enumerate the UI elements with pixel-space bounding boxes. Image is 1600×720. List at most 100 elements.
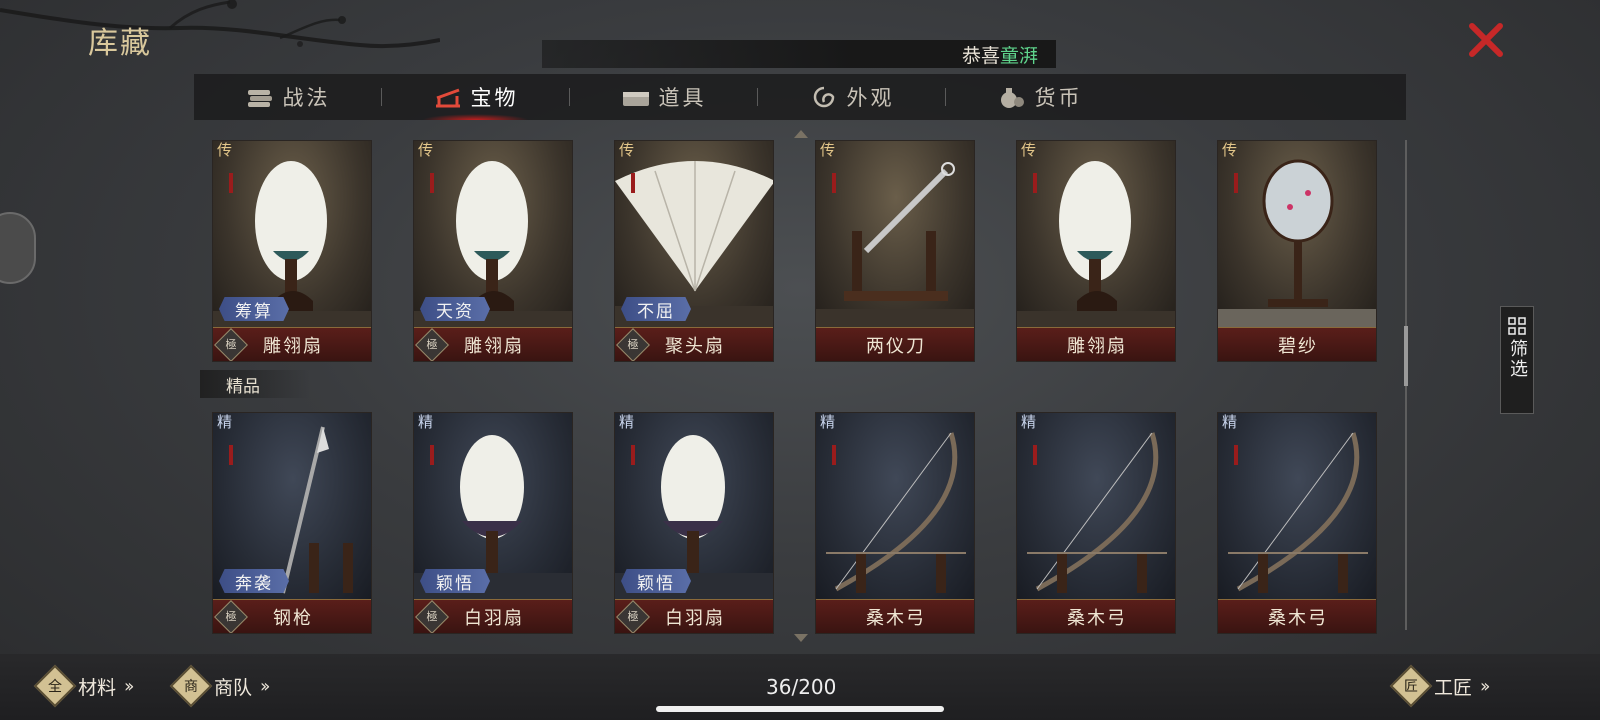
bow-artwork (1218, 413, 1376, 601)
sword-artwork (816, 141, 974, 329)
item-name: 桑木弓 (816, 599, 974, 633)
section-label-fine: 精品 (200, 370, 310, 398)
close-button[interactable] (1466, 20, 1506, 60)
rarity-badge: 精 (418, 413, 434, 431)
treasure-card[interactable]: 精桑木弓 (1016, 412, 1176, 634)
notice-player-name: 童湃 (999, 44, 1038, 67)
item-name: 桑木弓 (1218, 599, 1376, 633)
skill-tag: 颖悟 (420, 569, 490, 593)
skill-tag: 颖悟 (621, 569, 691, 593)
tassel-decoration (1234, 173, 1238, 193)
swirl-icon (813, 86, 834, 108)
tab-appearance[interactable]: 外观 (758, 74, 945, 120)
category-tabs: 战法 宝物 道具 外观 货币 (194, 74, 1406, 120)
craftsman-icon: 匠 (1389, 664, 1433, 708)
rarity-badge: 精 (1021, 413, 1037, 431)
rarity-badge: 传 (820, 141, 836, 159)
rarity-badge: 传 (619, 141, 635, 159)
premium-row: 传筹算 雕翎扇極传天资 雕翎扇極传不屈 聚头扇極传两仪刀传雕翎扇传碧纱 (212, 140, 1377, 362)
money-bag-icon (1000, 88, 1024, 108)
tassel-decoration (430, 173, 434, 193)
tab-label: 外观 (846, 86, 895, 110)
materials-button[interactable]: 全 材料 ›› (33, 664, 135, 708)
item-name: 碧纱 (1218, 327, 1376, 361)
tassel-decoration (229, 173, 233, 193)
skill-tag: 筹算 (219, 297, 289, 321)
tassel-decoration (229, 445, 233, 465)
rarity-badge: 传 (418, 141, 434, 159)
tassel-decoration (1033, 445, 1037, 465)
rarity-badge: 传 (217, 141, 233, 159)
skill-tag: 天资 (420, 297, 490, 321)
materials-icon: 全 (33, 664, 77, 708)
fine-row: 精奔袭 钢枪極精颖悟 白羽扇極精颖悟 白羽扇極精桑木弓精桑木弓精桑木弓 (212, 412, 1377, 634)
double-chevron-icon: ›› (124, 675, 135, 697)
treasure-card[interactable]: 精颖悟 白羽扇極 (614, 412, 774, 634)
item-name: 桑木弓 (1017, 599, 1175, 633)
materials-label: 材料 (78, 676, 117, 699)
treasure-card[interactable]: 精桑木弓 (1217, 412, 1377, 634)
skill-tag: 不屈 (621, 297, 691, 321)
broadcast-notice: 恭喜 童湃 (542, 40, 1056, 68)
scrollbar-thumb[interactable] (1404, 326, 1408, 386)
rarity-badge: 精 (1222, 413, 1238, 431)
weapon-rack-icon (435, 88, 460, 108)
caravan-icon: 商 (169, 664, 213, 708)
treasure-card[interactable]: 传两仪刀 (815, 140, 975, 362)
feather-fan-artwork (1017, 141, 1175, 329)
filter-label: 筛选 (1507, 339, 1528, 379)
double-chevron-icon: ›› (260, 675, 271, 697)
craftsman-button[interactable]: 匠 工匠 ›› (1389, 664, 1491, 708)
tassel-decoration (1234, 445, 1238, 465)
side-panel-handle[interactable] (0, 212, 36, 284)
treasure-card[interactable]: 传不屈 聚头扇極 (614, 140, 774, 362)
tassel-decoration (832, 173, 836, 193)
caravan-label: 商队 (214, 676, 253, 699)
treasure-card[interactable]: 传天资 雕翎扇極 (413, 140, 573, 362)
tassel-decoration (1033, 173, 1037, 193)
caravan-button[interactable]: 商 商队 ›› (169, 664, 271, 708)
bow-artwork (816, 413, 974, 601)
tab-tactics[interactable]: 战法 (194, 74, 381, 120)
tab-label: 宝物 (470, 86, 519, 110)
tab-label: 战法 (282, 86, 331, 110)
grid-icon (1508, 317, 1526, 335)
craftsman-label: 工匠 (1434, 676, 1473, 699)
treasure-card[interactable]: 精桑木弓 (815, 412, 975, 634)
ink-branch-decoration (0, 0, 440, 49)
home-indicator[interactable] (656, 706, 944, 712)
tab-items[interactable]: 道具 (570, 74, 757, 120)
treasure-card[interactable]: 传雕翎扇 (1016, 140, 1176, 362)
tab-treasures[interactable]: 宝物 (382, 74, 569, 120)
scroll-bundle-icon (247, 90, 272, 107)
item-name: 雕翎扇 (1017, 327, 1175, 361)
screen-fan-artwork (1218, 141, 1376, 329)
notice-prefix: 恭喜 (961, 44, 1000, 67)
rarity-badge: 传 (1021, 141, 1037, 159)
rarity-badge: 精 (619, 413, 635, 431)
filter-button[interactable]: 筛选 (1500, 306, 1534, 414)
treasure-card[interactable]: 传筹算 雕翎扇極 (212, 140, 372, 362)
close-icon (1469, 23, 1503, 57)
tab-label: 货币 (1034, 86, 1083, 110)
bow-artwork (1017, 413, 1175, 601)
treasure-card[interactable]: 精颖悟 白羽扇極 (413, 412, 573, 634)
double-chevron-icon: ›› (1480, 675, 1491, 697)
treasure-grid: 传筹算 雕翎扇極传天资 雕翎扇極传不屈 聚头扇極传两仪刀传雕翎扇传碧纱 精品 精奔袭钢… (200, 134, 1394, 644)
rarity-badge: 精 (820, 413, 836, 431)
tassel-decoration (832, 445, 836, 465)
chest-icon (622, 92, 649, 106)
page-title: 库藏 (88, 26, 152, 61)
tab-currency[interactable]: 货币 (946, 74, 1133, 120)
treasure-card[interactable]: 传碧纱 (1217, 140, 1377, 362)
tab-label: 道具 (658, 86, 707, 110)
rarity-badge: 传 (1222, 141, 1238, 159)
treasure-card[interactable]: 精奔袭 钢枪極 (212, 412, 372, 634)
item-name: 两仪刀 (816, 327, 974, 361)
capacity-counter: 36/200 (766, 675, 837, 699)
tassel-decoration (631, 445, 635, 465)
rarity-badge: 精 (217, 413, 233, 431)
skill-tag: 奔袭 (219, 569, 289, 593)
tassel-decoration (430, 445, 434, 465)
tassel-decoration (631, 173, 635, 193)
